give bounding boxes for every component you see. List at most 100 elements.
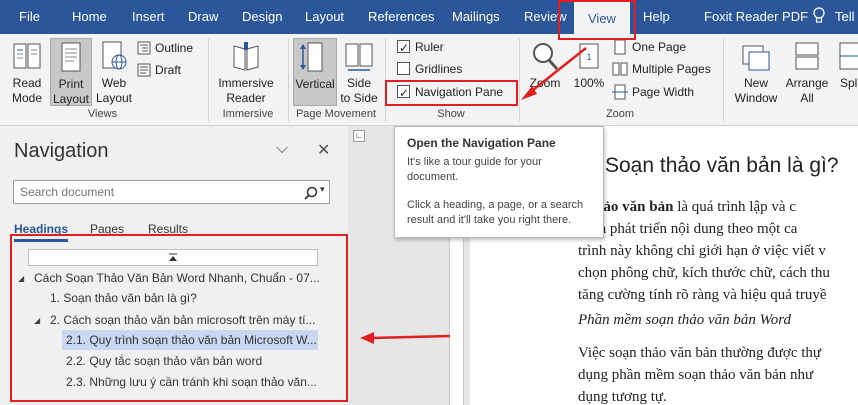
side-to-side-label-1: Side bbox=[346, 76, 372, 90]
tab-layout[interactable]: Layout bbox=[305, 0, 344, 34]
web-layout-icon bbox=[102, 41, 127, 70]
outline-label: Outline bbox=[155, 41, 194, 55]
zoom-group-label: Zoom bbox=[605, 108, 635, 120]
one-page-button[interactable]: One Page bbox=[612, 37, 686, 57]
split-label: Spl bbox=[840, 76, 858, 90]
annotation-highlight-box bbox=[385, 80, 518, 106]
arrange-all-button[interactable]: Arrange All bbox=[784, 38, 830, 106]
print-layout-button[interactable]: Print Layout bbox=[50, 38, 92, 106]
print-layout-label-1: Print bbox=[58, 77, 84, 91]
page-movement-group-label: Page Movement bbox=[295, 108, 377, 120]
one-page-icon bbox=[614, 39, 626, 55]
print-layout-icon bbox=[61, 42, 81, 72]
tab-selector[interactable]: ∟ bbox=[353, 130, 365, 142]
pane-options-chevron-icon[interactable]: ⌵ bbox=[276, 140, 288, 158]
draft-label: Draft bbox=[155, 63, 182, 77]
new-window-label-2: Window bbox=[734, 91, 778, 105]
document-line: Việc soạn thảo văn bản thường được thự bbox=[578, 345, 822, 361]
annotation-highlight-box bbox=[558, 0, 636, 40]
one-page-label: One Page bbox=[632, 40, 687, 54]
draft-button[interactable]: Draft bbox=[137, 60, 181, 80]
document-line: trình này không chỉ giới hạn ở việc viết… bbox=[578, 243, 826, 259]
svg-text:1: 1 bbox=[586, 52, 591, 62]
close-icon[interactable]: ✕ bbox=[317, 140, 330, 160]
magnifier-icon bbox=[533, 43, 559, 70]
page-width-label: Page Width bbox=[632, 85, 695, 99]
outline-icon bbox=[137, 41, 151, 55]
page-width-icon bbox=[612, 84, 628, 100]
tooltip-title: Open the Navigation Pane bbox=[407, 136, 556, 150]
web-layout-button[interactable]: Web Layout bbox=[94, 38, 134, 106]
navigation-pane-tooltip: Open the Navigation Pane It's like a tou… bbox=[394, 126, 604, 238]
group-separator bbox=[288, 38, 289, 122]
new-window-button[interactable]: New Window bbox=[729, 38, 783, 106]
vertical-button[interactable]: Vertical bbox=[293, 38, 337, 106]
ruler-label: Ruler bbox=[415, 40, 444, 54]
tooltip-text-line: result and it'll take you right there. bbox=[407, 214, 572, 226]
outline-button[interactable]: Outline bbox=[137, 38, 193, 58]
document-line: tăng cường tính rõ ràng và hiệu quả truy… bbox=[578, 287, 827, 303]
ruler-checkbox[interactable]: Ruler bbox=[397, 37, 444, 58]
show-group-label: Show bbox=[437, 108, 465, 120]
navigation-pane: Navigation ⌵ ✕ ▾ Headings Pages Results … bbox=[0, 126, 348, 405]
gridlines-check-box[interactable] bbox=[397, 62, 410, 75]
gridlines-label: Gridlines bbox=[415, 62, 463, 76]
immersive-label-1: Immersive bbox=[218, 76, 274, 90]
tab-foxit-reader-pdf[interactable]: Foxit Reader PDF bbox=[704, 0, 808, 34]
tab-help[interactable]: Help bbox=[643, 0, 670, 34]
tooltip-text-line: Click a heading, a page, or a search bbox=[407, 199, 584, 211]
tab-mailings[interactable]: Mailings bbox=[452, 0, 500, 34]
document-text: là quá trình lập và c bbox=[673, 199, 796, 215]
tab-insert[interactable]: Insert bbox=[132, 0, 165, 34]
tab-design[interactable]: Design bbox=[242, 0, 282, 34]
zoom-label: Zoom bbox=[529, 76, 561, 90]
side-to-side-button[interactable]: Side to Side bbox=[339, 38, 379, 106]
immersive-group-label: Immersive bbox=[222, 108, 274, 120]
read-mode-icon bbox=[13, 43, 41, 69]
annotation-highlight-box bbox=[10, 234, 348, 402]
search-document-box[interactable]: ▾ bbox=[13, 180, 330, 204]
document-line: dụng tương tự. bbox=[578, 389, 667, 405]
web-layout-label-1: Web bbox=[101, 76, 127, 90]
group-separator bbox=[723, 38, 724, 122]
draft-icon bbox=[137, 63, 151, 77]
zoom-100-button[interactable]: 1 100% bbox=[570, 38, 608, 106]
gridlines-checkbox[interactable]: Gridlines bbox=[397, 59, 462, 79]
split-icon bbox=[839, 42, 858, 70]
arrange-all-label-1: Arrange bbox=[785, 76, 829, 90]
tab-references[interactable]: References bbox=[368, 0, 434, 34]
zoom-button[interactable]: Zoom bbox=[524, 38, 566, 106]
immersive-reader-button[interactable]: Immersive Reader bbox=[214, 38, 278, 106]
tooltip-text-line: It's like a tour guide for your bbox=[407, 156, 542, 168]
document-italic-line: Phần mềm soạn thảo văn bản Word bbox=[578, 312, 792, 328]
print-layout-label-2: Layout bbox=[52, 92, 90, 106]
views-group-label: Views bbox=[87, 108, 118, 120]
tab-tell-me[interactable]: Tell bbox=[835, 0, 855, 34]
tab-home[interactable]: Home bbox=[72, 0, 107, 34]
read-mode-button[interactable]: Read Mode bbox=[6, 38, 48, 106]
lightbulb-icon bbox=[813, 7, 825, 23]
multiple-pages-label: Multiple Pages bbox=[632, 62, 711, 76]
read-mode-label-1: Read bbox=[12, 76, 42, 90]
document-line: dụng phần mềm soạn thảo văn bản như bbox=[578, 367, 814, 383]
tab-draw[interactable]: Draw bbox=[188, 0, 218, 34]
zoom-100-icon: 1 bbox=[579, 43, 599, 69]
tooltip-text-line: document. bbox=[407, 171, 459, 183]
search-dropdown-icon[interactable]: ▾ bbox=[320, 184, 325, 195]
ruler-check-box[interactable] bbox=[397, 38, 410, 58]
arrange-all-icon bbox=[795, 42, 819, 70]
word-window: File Home Insert Draw Design Layout Refe… bbox=[0, 0, 858, 405]
search-document-input[interactable] bbox=[20, 185, 290, 199]
document-line: chọn phông chữ, kích thước chữ, cách thu bbox=[578, 265, 830, 281]
new-window-label-1: New bbox=[743, 76, 768, 90]
immersive-label-2: Reader bbox=[226, 91, 266, 105]
document-line: y, và phát triển nội dung theo một ca bbox=[578, 221, 798, 237]
split-button[interactable]: Spl bbox=[834, 38, 858, 106]
document-heading: Soạn thảo văn bản là gì? bbox=[605, 154, 839, 177]
multiple-pages-button[interactable]: Multiple Pages bbox=[612, 59, 711, 79]
tab-file[interactable]: File bbox=[19, 0, 40, 34]
search-icon[interactable] bbox=[304, 186, 318, 200]
page-width-button[interactable]: Page Width bbox=[612, 82, 694, 102]
navigation-title: Navigation bbox=[14, 140, 109, 162]
group-separator bbox=[208, 38, 209, 122]
